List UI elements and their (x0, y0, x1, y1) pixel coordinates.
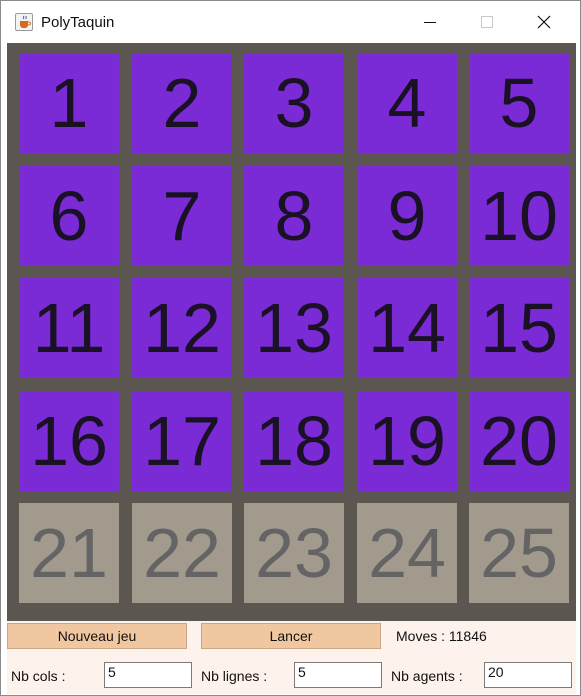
tile-14[interactable]: 14 (357, 278, 457, 378)
cols-label: Nb cols : (11, 668, 66, 684)
tile-9[interactable]: 9 (357, 166, 457, 266)
tile-6[interactable]: 6 (19, 166, 119, 266)
tile-16[interactable]: 16 (19, 391, 119, 491)
close-icon (537, 15, 551, 29)
minimize-icon (424, 22, 436, 23)
window-title: PolyTaquin (41, 14, 115, 31)
tile-8[interactable]: 8 (244, 166, 344, 266)
tile-7[interactable]: 7 (132, 166, 232, 266)
tile-13[interactable]: 13 (244, 278, 344, 378)
tile-19[interactable]: 19 (357, 391, 457, 491)
tile-18[interactable]: 18 (244, 391, 344, 491)
maximize-icon (481, 16, 493, 28)
tile-2[interactable]: 2 (132, 53, 232, 153)
tile-24[interactable]: 24 (357, 503, 457, 603)
control-panel: Nouveau jeu Lancer Moves : 11846 Nb cols… (7, 621, 576, 694)
rows-input[interactable]: 5 (294, 662, 382, 688)
cols-input[interactable]: 5 (104, 662, 192, 688)
tile-21[interactable]: 21 (19, 503, 119, 603)
tile-15[interactable]: 15 (469, 278, 569, 378)
title-bar[interactable]: PolyTaquin (1, 1, 580, 43)
tile-11[interactable]: 11 (19, 278, 119, 378)
tile-10[interactable]: 10 (469, 166, 569, 266)
app-window: PolyTaquin 1 2 3 4 5 6 7 8 9 10 11 12 13 14 15 16 17 18 19… (0, 0, 581, 696)
tile-1[interactable]: 1 (19, 53, 119, 153)
tile-20[interactable]: 20 (469, 391, 569, 491)
moves-counter: Moves : 11846 (396, 628, 487, 644)
rows-label: Nb lignes : (201, 668, 268, 684)
puzzle-board: 1 2 3 4 5 6 7 8 9 10 11 12 13 14 15 16 17 18 19 20 21 22 23 24 2… (7, 43, 576, 621)
tile-5[interactable]: 5 (469, 53, 569, 153)
agents-input[interactable]: 20 (484, 662, 572, 688)
tile-23[interactable]: 23 (244, 503, 344, 603)
tile-17[interactable]: 17 (132, 391, 232, 491)
tile-25[interactable]: 25 (469, 503, 569, 603)
java-cup-icon (15, 13, 33, 31)
tile-3[interactable]: 3 (244, 53, 344, 153)
tile-22[interactable]: 22 (132, 503, 232, 603)
close-button[interactable] (516, 1, 572, 43)
new-game-button[interactable]: Nouveau jeu (7, 623, 187, 649)
minimize-button[interactable] (402, 1, 458, 43)
agents-label: Nb agents : (391, 668, 463, 684)
tile-12[interactable]: 12 (132, 278, 232, 378)
tile-4[interactable]: 4 (357, 53, 457, 153)
launch-button[interactable]: Lancer (201, 623, 381, 649)
maximize-button[interactable] (459, 1, 515, 43)
